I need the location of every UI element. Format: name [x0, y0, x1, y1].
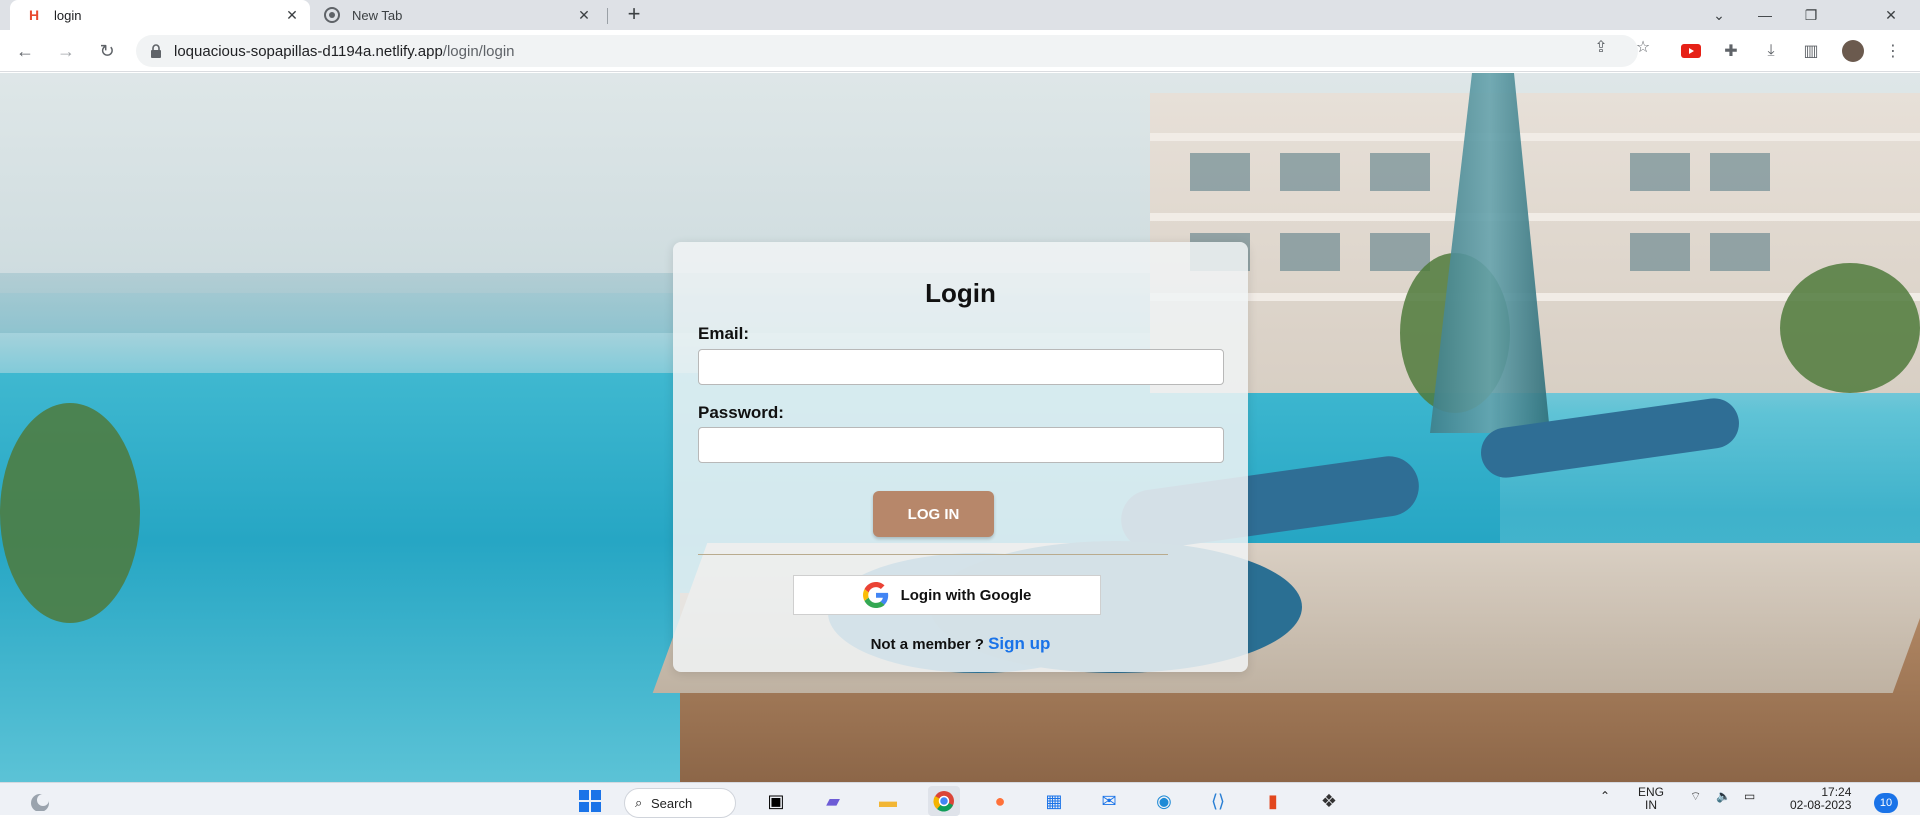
plant — [1780, 263, 1920, 393]
password-field[interactable] — [698, 427, 1224, 463]
login-card: Login Email: Password: LOG IN Login with… — [673, 242, 1248, 672]
page-background: Login Email: Password: LOG IN Login with… — [0, 73, 1920, 782]
menu-kebab-icon[interactable]: ⋮ — [1882, 40, 1904, 62]
signup-prompt: Not a member ? Sign up — [673, 634, 1248, 654]
notification-badge[interactable]: 10 — [1874, 793, 1898, 813]
bookmark-star-icon[interactable]: ☆ — [1633, 37, 1653, 57]
password-label: Password: — [698, 403, 784, 422]
show-hidden-icons[interactable]: ⌃ — [1600, 789, 1610, 803]
dropbox-icon[interactable]: ❖ — [1313, 786, 1345, 816]
site-favicon-icon: H — [28, 7, 40, 23]
mail-icon[interactable]: ✉ — [1093, 786, 1125, 816]
reload-icon[interactable]: ↻ — [94, 38, 120, 64]
page-title: Login — [925, 278, 996, 308]
teams-chat-icon[interactable]: ▰ — [817, 786, 849, 816]
office-icon[interactable]: ▮ — [1257, 786, 1289, 816]
divider — [698, 554, 1168, 555]
tab-login[interactable]: H login ✕ — [10, 0, 310, 30]
back-icon[interactable]: ← — [12, 38, 38, 64]
vscode-icon[interactable]: ⟨⟩ — [1202, 786, 1234, 816]
store-icon[interactable]: ▦ — [1038, 786, 1070, 816]
chrome-icon — [324, 7, 340, 23]
forward-icon[interactable]: → — [53, 38, 79, 64]
browser-toolbar: ← → ↻ loquacious-sopapillas-d1194a.netli… — [0, 30, 1920, 72]
tab-search-icon[interactable]: ⌄ — [1696, 0, 1742, 30]
login-with-google-button[interactable]: Login with Google — [793, 575, 1101, 615]
plant — [0, 403, 140, 623]
task-view-icon[interactable]: ▣ — [760, 786, 792, 816]
youtube-extension-icon[interactable] — [1680, 40, 1702, 62]
tab-title: New Tab — [352, 7, 403, 23]
language-indicator[interactable]: ENG IN — [1638, 786, 1664, 812]
signup-link[interactable]: Sign up — [988, 634, 1050, 653]
side-panel-icon[interactable]: ▥ — [1800, 40, 1822, 62]
profile-avatar[interactable] — [1842, 40, 1864, 62]
file-explorer-icon[interactable]: ▬ — [872, 786, 904, 816]
taskbar-search[interactable]: ⌕ Search — [624, 788, 736, 818]
date: 02-08-2023 — [1790, 798, 1852, 812]
wifi-icon[interactable]: ⌔ — [1690, 789, 1701, 804]
login-button[interactable]: LOG IN — [873, 491, 994, 537]
tab-bar: H login ✕ New Tab ✕ + ⌄ — ❐ ✕ — [0, 0, 1920, 30]
firefox-icon[interactable]: ● — [984, 786, 1016, 816]
download-icon[interactable]: ⤓ — [1760, 40, 1782, 62]
widgets-icon[interactable] — [24, 786, 56, 816]
address-bar[interactable]: loquacious-sopapillas-d1194a.netlify.app… — [136, 35, 1638, 67]
start-icon[interactable] — [574, 786, 606, 816]
google-button-label: Login with Google — [900, 586, 1032, 604]
clock[interactable]: 17:24 02-08-2023 — [1790, 786, 1851, 812]
url-text: loquacious-sopapillas-d1194a.netlify.app… — [174, 42, 515, 60]
minimize-icon[interactable]: — — [1742, 0, 1788, 30]
new-tab-button[interactable]: + — [622, 3, 646, 27]
tab-new-tab[interactable]: New Tab ✕ — [312, 0, 602, 30]
google-icon — [862, 582, 888, 608]
close-tab-icon[interactable]: ✕ — [282, 5, 302, 25]
close-window-icon[interactable]: ✕ — [1868, 0, 1914, 30]
extensions-puzzle-icon[interactable]: ✚ — [1720, 40, 1742, 62]
volume-icon[interactable]: 🔈 — [1716, 789, 1731, 803]
close-tab-icon[interactable]: ✕ — [574, 5, 594, 25]
chrome-taskbar-icon[interactable] — [928, 786, 960, 816]
lock-icon — [150, 44, 164, 58]
battery-icon[interactable]: ▭ — [1744, 789, 1755, 803]
search-label: Search — [651, 795, 693, 811]
not-member-text: Not a member ? — [870, 636, 984, 653]
email-field[interactable] — [698, 349, 1224, 385]
tab-title: login — [54, 7, 82, 23]
windows-taskbar: ⌕ Search ▣ ▰ ▬ ● ▦ ✉ ◉ ⟨⟩ ▮ ❖ ⌃ ENG IN ⌔… — [0, 782, 1920, 818]
email-label: Email: — [698, 324, 750, 343]
share-icon[interactable]: ⇪ — [1591, 37, 1611, 57]
restore-icon[interactable]: ❐ — [1788, 0, 1834, 30]
edge-icon[interactable]: ◉ — [1148, 786, 1180, 816]
search-icon: ⌕ — [635, 795, 643, 810]
tab-separator — [607, 8, 608, 24]
